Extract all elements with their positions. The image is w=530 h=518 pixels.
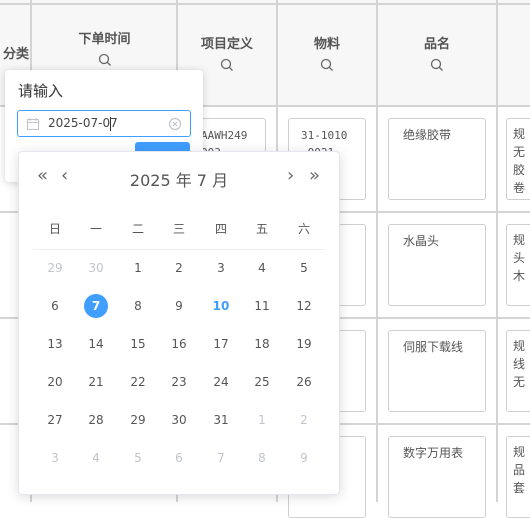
column-label: 下单时间 [78, 32, 131, 47]
date-cell[interactable]: 2 [292, 408, 316, 432]
date-cell[interactable]: 4 [250, 256, 274, 280]
date-cell[interactable]: 24 [209, 370, 233, 394]
date-cell[interactable]: 26 [292, 370, 316, 394]
date-cell[interactable]: 22 [126, 370, 150, 394]
date-input[interactable]: 2025-07-07 [17, 110, 191, 137]
search-icon[interactable] [98, 53, 112, 67]
date-cell[interactable]: 25 [250, 370, 274, 394]
weekday-label: 二 [131, 222, 144, 236]
weekday-label: 六 [297, 222, 310, 236]
date-cell[interactable]: 5 [126, 446, 150, 470]
spec-cell[interactable]: 规 线 无 [506, 330, 530, 412]
date-cell[interactable]: 29 [126, 408, 150, 432]
column-label: 分类 [2, 47, 29, 62]
date-cell[interactable]: 17 [209, 332, 233, 356]
search-icon[interactable] [220, 58, 234, 72]
date-cell[interactable]: 5 [292, 256, 316, 280]
date-cell[interactable]: 1 [250, 408, 274, 432]
row-divider [0, 3, 530, 5]
date-cell[interactable]: 6 [167, 446, 191, 470]
weekday-label: 日 [48, 222, 61, 236]
date-cell[interactable]: 12 [292, 294, 316, 318]
date-cell[interactable]: 16 [167, 332, 191, 356]
date-cell[interactable]: 15 [126, 332, 150, 356]
date-cell[interactable]: 30 [167, 408, 191, 432]
clear-icon[interactable] [168, 117, 182, 131]
search-icon[interactable] [430, 58, 444, 72]
date-cell[interactable]: 21 [84, 370, 108, 394]
spec-cell[interactable]: 规 品 套 [506, 436, 530, 518]
date-cell[interactable]: 8 [126, 294, 150, 318]
column-label: 项目定义 [200, 37, 253, 52]
date-cell[interactable]: 14 [84, 332, 108, 356]
weekday-label: 五 [255, 222, 268, 236]
column-label: 物料 [313, 37, 340, 52]
filter-title: 请输入 [18, 82, 64, 100]
date-cell[interactable]: 31 [209, 408, 233, 432]
date-cell[interactable]: 1 [126, 256, 150, 280]
column-header-product-name[interactable]: 品名 [378, 0, 496, 105]
date-cell[interactable]: 7 [209, 446, 233, 470]
product-name-cell[interactable]: 数字万用表 [388, 436, 486, 518]
date-picker-panel: « ‹ 2025 年 7 月 › » 日一二三四五六 29 30 1 2 3 4 5 6 7 8 9 1… [18, 151, 340, 495]
date-cell[interactable]: 18 [250, 332, 274, 356]
weekday-label: 一 [89, 222, 102, 236]
date-cell[interactable]: 19 [292, 332, 316, 356]
date-cell[interactable]: 11 [250, 294, 274, 318]
column-header-material[interactable]: 物料 [278, 0, 376, 105]
product-name-cell[interactable]: 绝缘胶带 [388, 118, 486, 200]
date-cell[interactable]: 13 [43, 332, 67, 356]
date-cell[interactable]: 3 [43, 446, 67, 470]
product-name-cell[interactable]: 伺服下载线 [388, 330, 486, 412]
date-cell[interactable]: 9 [167, 294, 191, 318]
product-name-cell[interactable]: 水晶头 [388, 224, 486, 306]
column-divider [376, 0, 378, 502]
search-icon[interactable] [320, 58, 334, 72]
today-date-cell[interactable]: 10 [209, 294, 233, 318]
weekday-label: 三 [172, 222, 185, 236]
calendar-icon [27, 118, 39, 130]
date-cell[interactable]: 23 [167, 370, 191, 394]
weekday-label: 四 [214, 222, 227, 236]
selected-date-cell[interactable]: 7 [84, 294, 108, 318]
column-label: 品名 [423, 37, 450, 52]
column-divider [496, 0, 498, 502]
spec-cell[interactable]: 规 头 木 [506, 224, 530, 306]
text-cursor [110, 117, 111, 131]
date-cell[interactable]: 6 [43, 294, 67, 318]
date-input-value: 2025-07-07 [48, 116, 118, 130]
date-cell[interactable]: 3 [209, 256, 233, 280]
next-month-icon[interactable]: › [287, 166, 294, 186]
date-cell[interactable]: 29 [43, 256, 67, 280]
date-cell[interactable]: 20 [43, 370, 67, 394]
date-cell[interactable]: 2 [167, 256, 191, 280]
date-cell[interactable]: 9 [292, 446, 316, 470]
date-cell[interactable]: 28 [84, 408, 108, 432]
next-year-icon[interactable]: » [309, 166, 320, 186]
date-cell[interactable]: 8 [250, 446, 274, 470]
date-cell[interactable]: 27 [43, 408, 67, 432]
weekday-divider [33, 249, 325, 250]
date-cell[interactable]: 30 [84, 256, 108, 280]
date-cell[interactable]: 4 [84, 446, 108, 470]
spec-cell[interactable]: 规 无 胶 卷 [506, 118, 530, 200]
